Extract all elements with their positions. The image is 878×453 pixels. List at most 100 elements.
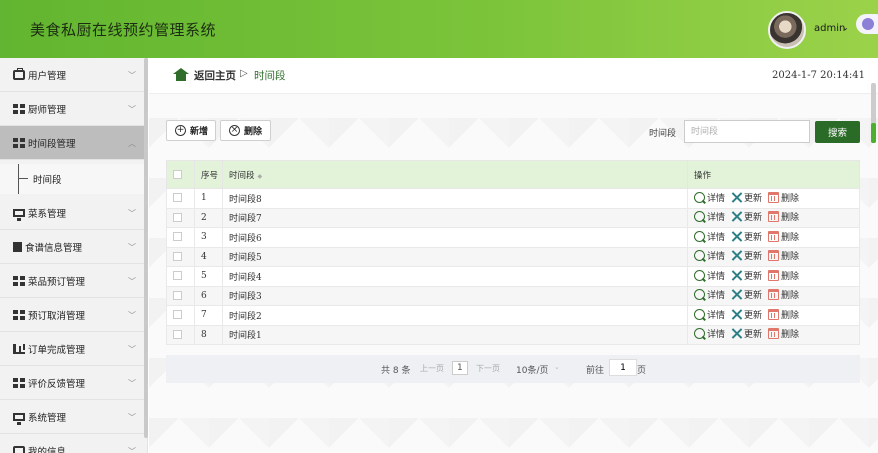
sidebar-item-label: 时间段管理 bbox=[28, 138, 76, 150]
select-all-checkbox[interactable] bbox=[173, 169, 182, 179]
sidebar-item-booking-cancel[interactable]: 预订取消管理 ﹀ bbox=[0, 298, 148, 332]
update-button[interactable]: 更新 bbox=[731, 191, 762, 204]
sidebar: 用户管理 ﹀ 厨师管理 ﹀ 时间段管理 ︿ 时间段 菜系管理 ﹀ 食谱信息管理 … bbox=[0, 58, 148, 453]
row-delete-button[interactable]: 删除 bbox=[768, 191, 799, 204]
page-size-select[interactable]: 10条/页 bbox=[516, 363, 549, 376]
column-header-period[interactable]: 时间段 ◆ bbox=[222, 160, 688, 189]
row-checkbox[interactable] bbox=[173, 310, 182, 320]
row-delete-button[interactable]: 删除 bbox=[768, 230, 799, 243]
row-no: 4 bbox=[194, 246, 223, 267]
detail-button[interactable]: 详情 bbox=[694, 230, 725, 243]
detail-button[interactable]: 详情 bbox=[694, 327, 725, 340]
sidebar-item-my-info[interactable]: 我的信息 ﹀ bbox=[0, 434, 148, 453]
sidebar-item-feedback[interactable]: 评价反馈管理 ﹀ bbox=[0, 366, 148, 400]
update-button[interactable]: 更新 bbox=[731, 210, 762, 223]
chevron-down-icon: ﹀ bbox=[128, 447, 136, 453]
row-delete-button[interactable]: 删除 bbox=[768, 288, 799, 301]
update-button[interactable]: 更新 bbox=[731, 308, 762, 321]
delete-button[interactable]: × 删除 bbox=[220, 120, 271, 141]
pagination-goto-input[interactable] bbox=[609, 359, 637, 376]
detail-button[interactable]: 详情 bbox=[694, 210, 725, 223]
row-actions: 详情 更新 删除 bbox=[687, 285, 860, 306]
row-delete-button[interactable]: 删除 bbox=[768, 308, 799, 321]
add-button[interactable]: + 新增 bbox=[166, 120, 216, 141]
top-header: 美食私厨在线预约管理系统 admin ⌄ bbox=[0, 0, 878, 58]
row-actions: 详情 更新 删除 bbox=[687, 227, 860, 248]
sidebar-item-dish-booking[interactable]: 菜品预订管理 ﹀ bbox=[0, 264, 148, 298]
pagination-prev[interactable]: 上一页 bbox=[420, 363, 444, 374]
search-detail-icon bbox=[694, 328, 705, 340]
update-button[interactable]: 更新 bbox=[731, 288, 762, 301]
monitor-icon bbox=[13, 412, 25, 425]
row-period: 时间段6 bbox=[222, 227, 688, 248]
sidebar-item-recipes[interactable]: 食谱信息管理 ﹀ bbox=[0, 230, 148, 264]
row-delete-button[interactable]: 删除 bbox=[768, 249, 799, 262]
detail-button[interactable]: 详情 bbox=[694, 308, 725, 321]
delete-label: 删除 bbox=[781, 252, 800, 263]
theme-toggle[interactable] bbox=[856, 14, 878, 34]
table-row: 7 时间段2 详情 更新 删除 bbox=[166, 305, 860, 326]
row-delete-button[interactable]: 删除 bbox=[768, 327, 799, 340]
sidebar-item-label: 我的信息 bbox=[28, 446, 67, 453]
search-input[interactable] bbox=[684, 120, 810, 143]
detail-button[interactable]: 详情 bbox=[694, 249, 725, 262]
trash-icon bbox=[768, 230, 780, 242]
update-button[interactable]: 更新 bbox=[731, 327, 762, 340]
main-scrollbar-thumb[interactable] bbox=[871, 123, 876, 143]
chevron-down-icon: ﹀ bbox=[128, 345, 136, 354]
sidebar-subitem-time-slot[interactable]: 时间段 bbox=[0, 164, 148, 194]
breadcrumb-current: 时间段 bbox=[254, 70, 286, 82]
chevron-down-icon[interactable]: ⌄ bbox=[842, 23, 849, 32]
chevron-down-icon[interactable]: ⌄ bbox=[554, 363, 560, 371]
row-checkbox[interactable] bbox=[173, 271, 182, 281]
sidebar-item-label: 订单完成管理 bbox=[28, 344, 86, 356]
row-delete-button[interactable]: 删除 bbox=[768, 269, 799, 282]
update-label: 更新 bbox=[744, 193, 763, 204]
row-period: 时间段7 bbox=[222, 207, 688, 228]
detail-button[interactable]: 详情 bbox=[694, 288, 725, 301]
sidebar-scrollbar[interactable] bbox=[144, 58, 148, 438]
row-checkbox[interactable] bbox=[173, 329, 182, 339]
chevron-down-icon: ﹀ bbox=[128, 105, 136, 114]
search-detail-icon bbox=[694, 289, 705, 301]
detail-button[interactable]: 详情 bbox=[694, 191, 725, 204]
sidebar-item-chefs[interactable]: 厨师管理 ﹀ bbox=[0, 92, 148, 126]
detail-label: 详情 bbox=[707, 330, 726, 341]
sidebar-item-cuisines[interactable]: 菜系管理 ﹀ bbox=[0, 196, 148, 230]
detail-label: 详情 bbox=[707, 193, 726, 204]
column-header-no: 序号 bbox=[194, 160, 223, 189]
chevron-down-icon: ﹀ bbox=[128, 243, 136, 252]
user-name[interactable]: admin bbox=[814, 23, 845, 34]
row-checkbox[interactable] bbox=[173, 251, 182, 261]
row-checkbox[interactable] bbox=[173, 212, 182, 222]
sidebar-item-system[interactable]: 系统管理 ﹀ bbox=[0, 400, 148, 434]
detail-button[interactable]: 详情 bbox=[694, 269, 725, 282]
row-checkbox[interactable] bbox=[173, 193, 182, 203]
home-icon[interactable] bbox=[173, 68, 189, 81]
update-label: 更新 bbox=[744, 213, 763, 224]
sort-icon[interactable]: ◆ bbox=[258, 173, 263, 180]
row-checkbox[interactable] bbox=[173, 232, 182, 242]
update-button[interactable]: 更新 bbox=[731, 230, 762, 243]
pagination-current-page[interactable]: 1 bbox=[452, 361, 468, 375]
search-button[interactable]: 搜索 bbox=[815, 121, 860, 143]
table-row: 1 时间段8 详情 更新 删除 bbox=[166, 188, 860, 209]
sidebar-item-order-complete[interactable]: 订单完成管理 ﹀ bbox=[0, 332, 148, 366]
delete-label: 删除 bbox=[781, 271, 800, 282]
sidebar-item-time-slots[interactable]: 时间段管理 ︿ bbox=[0, 126, 148, 160]
search-detail-icon bbox=[694, 308, 705, 320]
row-checkbox[interactable] bbox=[173, 290, 182, 300]
search-detail-icon bbox=[694, 191, 705, 203]
avatar[interactable] bbox=[768, 11, 806, 49]
pagination-next[interactable]: 下一页 bbox=[476, 363, 500, 374]
row-no: 1 bbox=[194, 188, 223, 209]
update-button[interactable]: 更新 bbox=[731, 249, 762, 262]
row-period: 时间段3 bbox=[222, 285, 688, 306]
detail-label: 详情 bbox=[707, 232, 726, 243]
update-button[interactable]: 更新 bbox=[731, 269, 762, 282]
row-delete-button[interactable]: 删除 bbox=[768, 210, 799, 223]
search-detail-icon bbox=[694, 269, 705, 281]
breadcrumb-home[interactable]: 返回主页 bbox=[194, 68, 236, 83]
sidebar-item-users[interactable]: 用户管理 ﹀ bbox=[0, 58, 148, 92]
table-row: 2 时间段7 详情 更新 删除 bbox=[166, 207, 860, 228]
